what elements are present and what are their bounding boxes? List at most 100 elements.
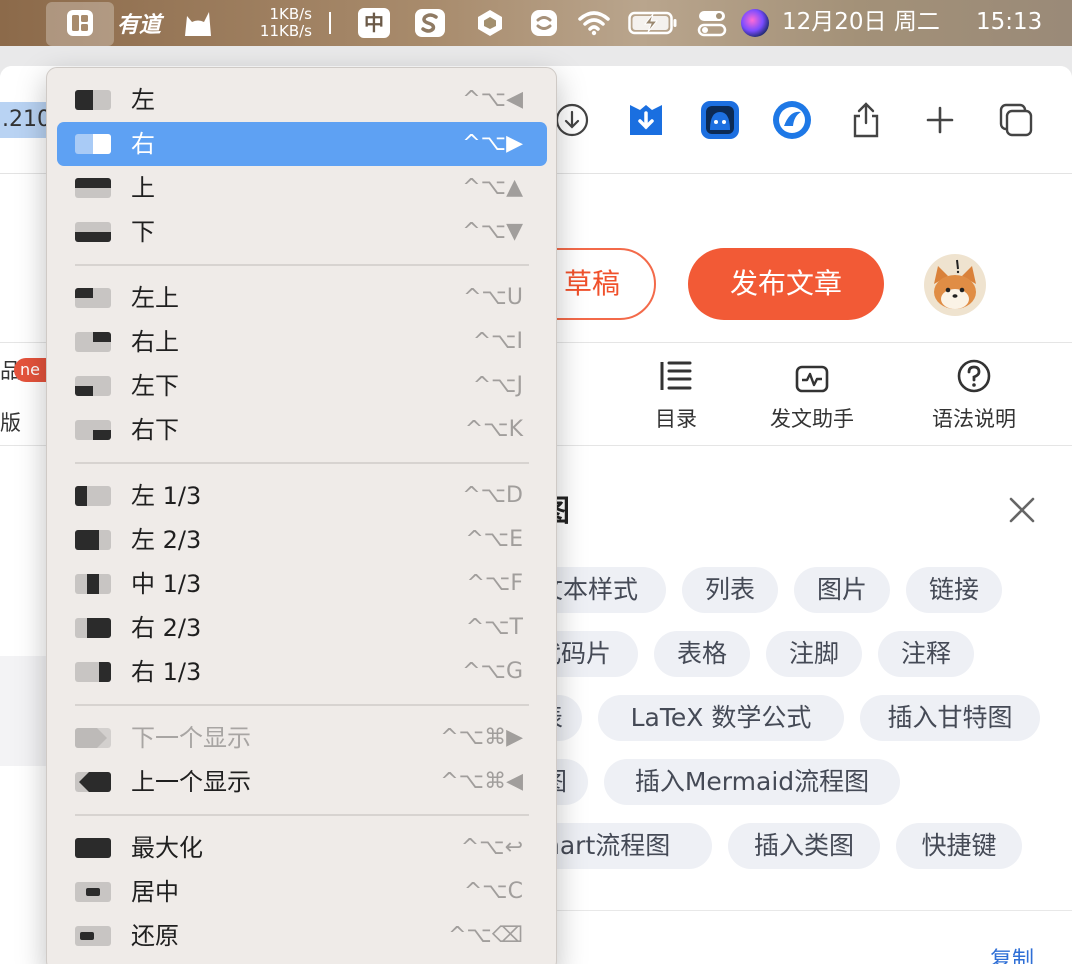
window-layout-menu: 左^⌥◀右^⌥▶上 ^⌥▲下^⌥▼ 左上 ^⌥U右上^⌥I左下 ^⌥J 右下 ^⌥K 左 1/… [46,67,557,964]
youdao-dict-icon[interactable]: 有道 [114,0,164,46]
quarter-top-right-icon [75,332,111,352]
help-chip[interactable]: 列表 [682,567,778,613]
menubar-time[interactable]: 15:13 [976,0,1042,46]
menu-item-two-thirds-right[interactable]: 右 2/3 ^⌥T [57,606,547,650]
menu-item-third-right[interactable]: 右 1/3 ^⌥G [57,650,547,694]
menu-item-previous-display[interactable]: 上一个显示^⌥⌘◀ [57,760,547,804]
two-thirds-right-icon [75,618,111,638]
menubar-date[interactable]: 12月20日 周二 [782,0,940,46]
close-icon[interactable] [1004,492,1040,528]
menu-item-shortcut: ^⌥↩ [461,826,523,870]
menu-item-label: 还原 [131,914,179,958]
menu-item-half-top[interactable]: 上 ^⌥▲ [57,166,547,210]
help-chip[interactable]: 插入Mermaid流程图 [604,759,900,805]
next-display-icon [75,728,111,748]
new-tab-icon[interactable] [918,98,962,142]
menu-item-label: 右 1/3 [131,650,201,694]
clipboard-sync-icon[interactable] [526,0,562,46]
menu-item-shortcut: ^⌥▲ [462,166,523,210]
menu-item-half-right[interactable]: 右^⌥▶ [57,122,547,166]
divider [530,910,1072,911]
help-chip[interactable]: hart流程图 [530,823,712,869]
menu-item-shortcut: ^⌥T [466,606,523,650]
tab-overview-icon[interactable] [994,98,1038,142]
menu-item-shortcut: ^⌥D [462,474,523,518]
menu-item-label: 居中 [131,870,179,914]
menu-item-two-thirds-left[interactable]: 左 2/3^⌥E [57,518,547,562]
menu-item-third-center[interactable]: 中 1/3^⌥F [57,562,547,606]
menu-item-half-bottom[interactable]: 下^⌥▼ [57,210,547,254]
control-center-icon[interactable] [694,0,730,46]
help-chip[interactable]: LaTeX 数学公式 [598,695,844,741]
menu-separator [75,462,529,464]
siri-icon[interactable] [738,0,772,46]
publish-article-button[interactable]: 发布文章 [688,248,884,320]
menu-item-label: 左上 [131,276,179,320]
menu-item-shortcut: ^⌥J [473,364,523,408]
menu-item-shortcut: ^⌥U [463,276,523,320]
half-bottom-icon [75,222,111,242]
bookmark-extension-icon[interactable] [624,98,668,142]
help-chip[interactable]: 表格 [654,631,750,677]
menu-item-center[interactable]: 居中 ^⌥C [57,870,547,914]
address-bar[interactable]: .210 [0,102,50,138]
menu-item-shortcut: ^⌥G [462,650,523,694]
translate-extension-icon[interactable] [770,98,814,142]
menu-item-quarter-bottom-right[interactable]: 右下 ^⌥K [57,408,547,452]
cat-icon[interactable] [178,0,218,46]
left-tool-label-fragment: 版 [0,407,21,437]
two-thirds-left-icon [75,530,111,550]
menu-item-shortcut: ^⌥◀ [462,78,523,122]
quarter-bottom-left-icon [75,376,111,396]
writing-assistant-tool[interactable]: 发文助手 [752,343,872,447]
menu-item-label: 左 1/3 [131,474,201,518]
wifi-icon[interactable] [576,0,612,46]
sogou-icon[interactable] [412,0,448,46]
menu-item-quarter-bottom-left[interactable]: 左下 ^⌥J [57,364,547,408]
menu-item-label: 左下 [131,364,179,408]
third-right-icon [75,662,111,682]
share-icon[interactable] [844,98,888,142]
menu-item-half-left[interactable]: 左^⌥◀ [57,78,547,122]
menu-item-label: 下一个显示 [131,716,251,760]
quarter-bottom-right-icon [75,420,111,440]
left-panel-fragment [0,656,50,766]
help-chip[interactable]: 快捷键 [896,823,1022,869]
copy-button[interactable]: 复制 [990,942,1034,964]
help-chip[interactable]: 插入类图 [728,823,880,869]
avatar[interactable] [924,254,986,316]
input-method-indicator[interactable]: 中 [356,0,392,46]
menu-item-quarter-top-left[interactable]: 左上 ^⌥U [57,276,547,320]
menu-separator [75,814,529,816]
menu-item-label: 上 [131,166,155,210]
help-chip[interactable]: 注释 [878,631,974,677]
network-speed: 1KB/s 11KB/s [248,6,312,40]
help-chip[interactable]: 图片 [794,567,890,613]
menu-separator [75,704,529,706]
menu-item-label: 右 2/3 [131,606,201,650]
menu-item-restore[interactable]: 还原^⌥⌫ [57,914,547,958]
menu-item-label: 右下 [131,408,179,452]
quarter-top-left-icon [75,288,111,308]
menu-item-shortcut: ^⌥▼ [462,210,523,254]
menu-item-shortcut: ^⌥C [464,870,523,914]
toc-tool[interactable]: 目录 [636,343,716,447]
menu-item-maximize[interactable]: 最大化^⌥↩ [57,826,547,870]
hexagon-icon[interactable] [472,0,508,46]
rectangle-window-icon[interactable] [62,0,98,46]
syntax-help-tool[interactable]: 语法说明 [914,343,1034,447]
battery-charging-icon[interactable] [626,0,680,46]
help-chip[interactable]: 链接 [906,567,1002,613]
toc-tool-label: 目录 [636,403,716,433]
menu-item-third-left[interactable]: 左 1/3 ^⌥D [57,474,547,518]
menu-item-quarter-top-right[interactable]: 右上^⌥I [57,320,547,364]
menu-item-shortcut: ^⌥K [465,408,523,452]
help-chip[interactable]: 插入甘特图 [860,695,1040,741]
help-chip[interactable]: 注脚 [766,631,862,677]
half-left-icon [75,90,111,110]
menu-item-shortcut: ^⌥F [467,562,523,606]
ghost-extension-icon[interactable] [698,98,742,142]
previous-display-icon [75,772,111,792]
menu-item-label: 左 2/3 [131,518,201,562]
half-top-icon [75,178,111,198]
